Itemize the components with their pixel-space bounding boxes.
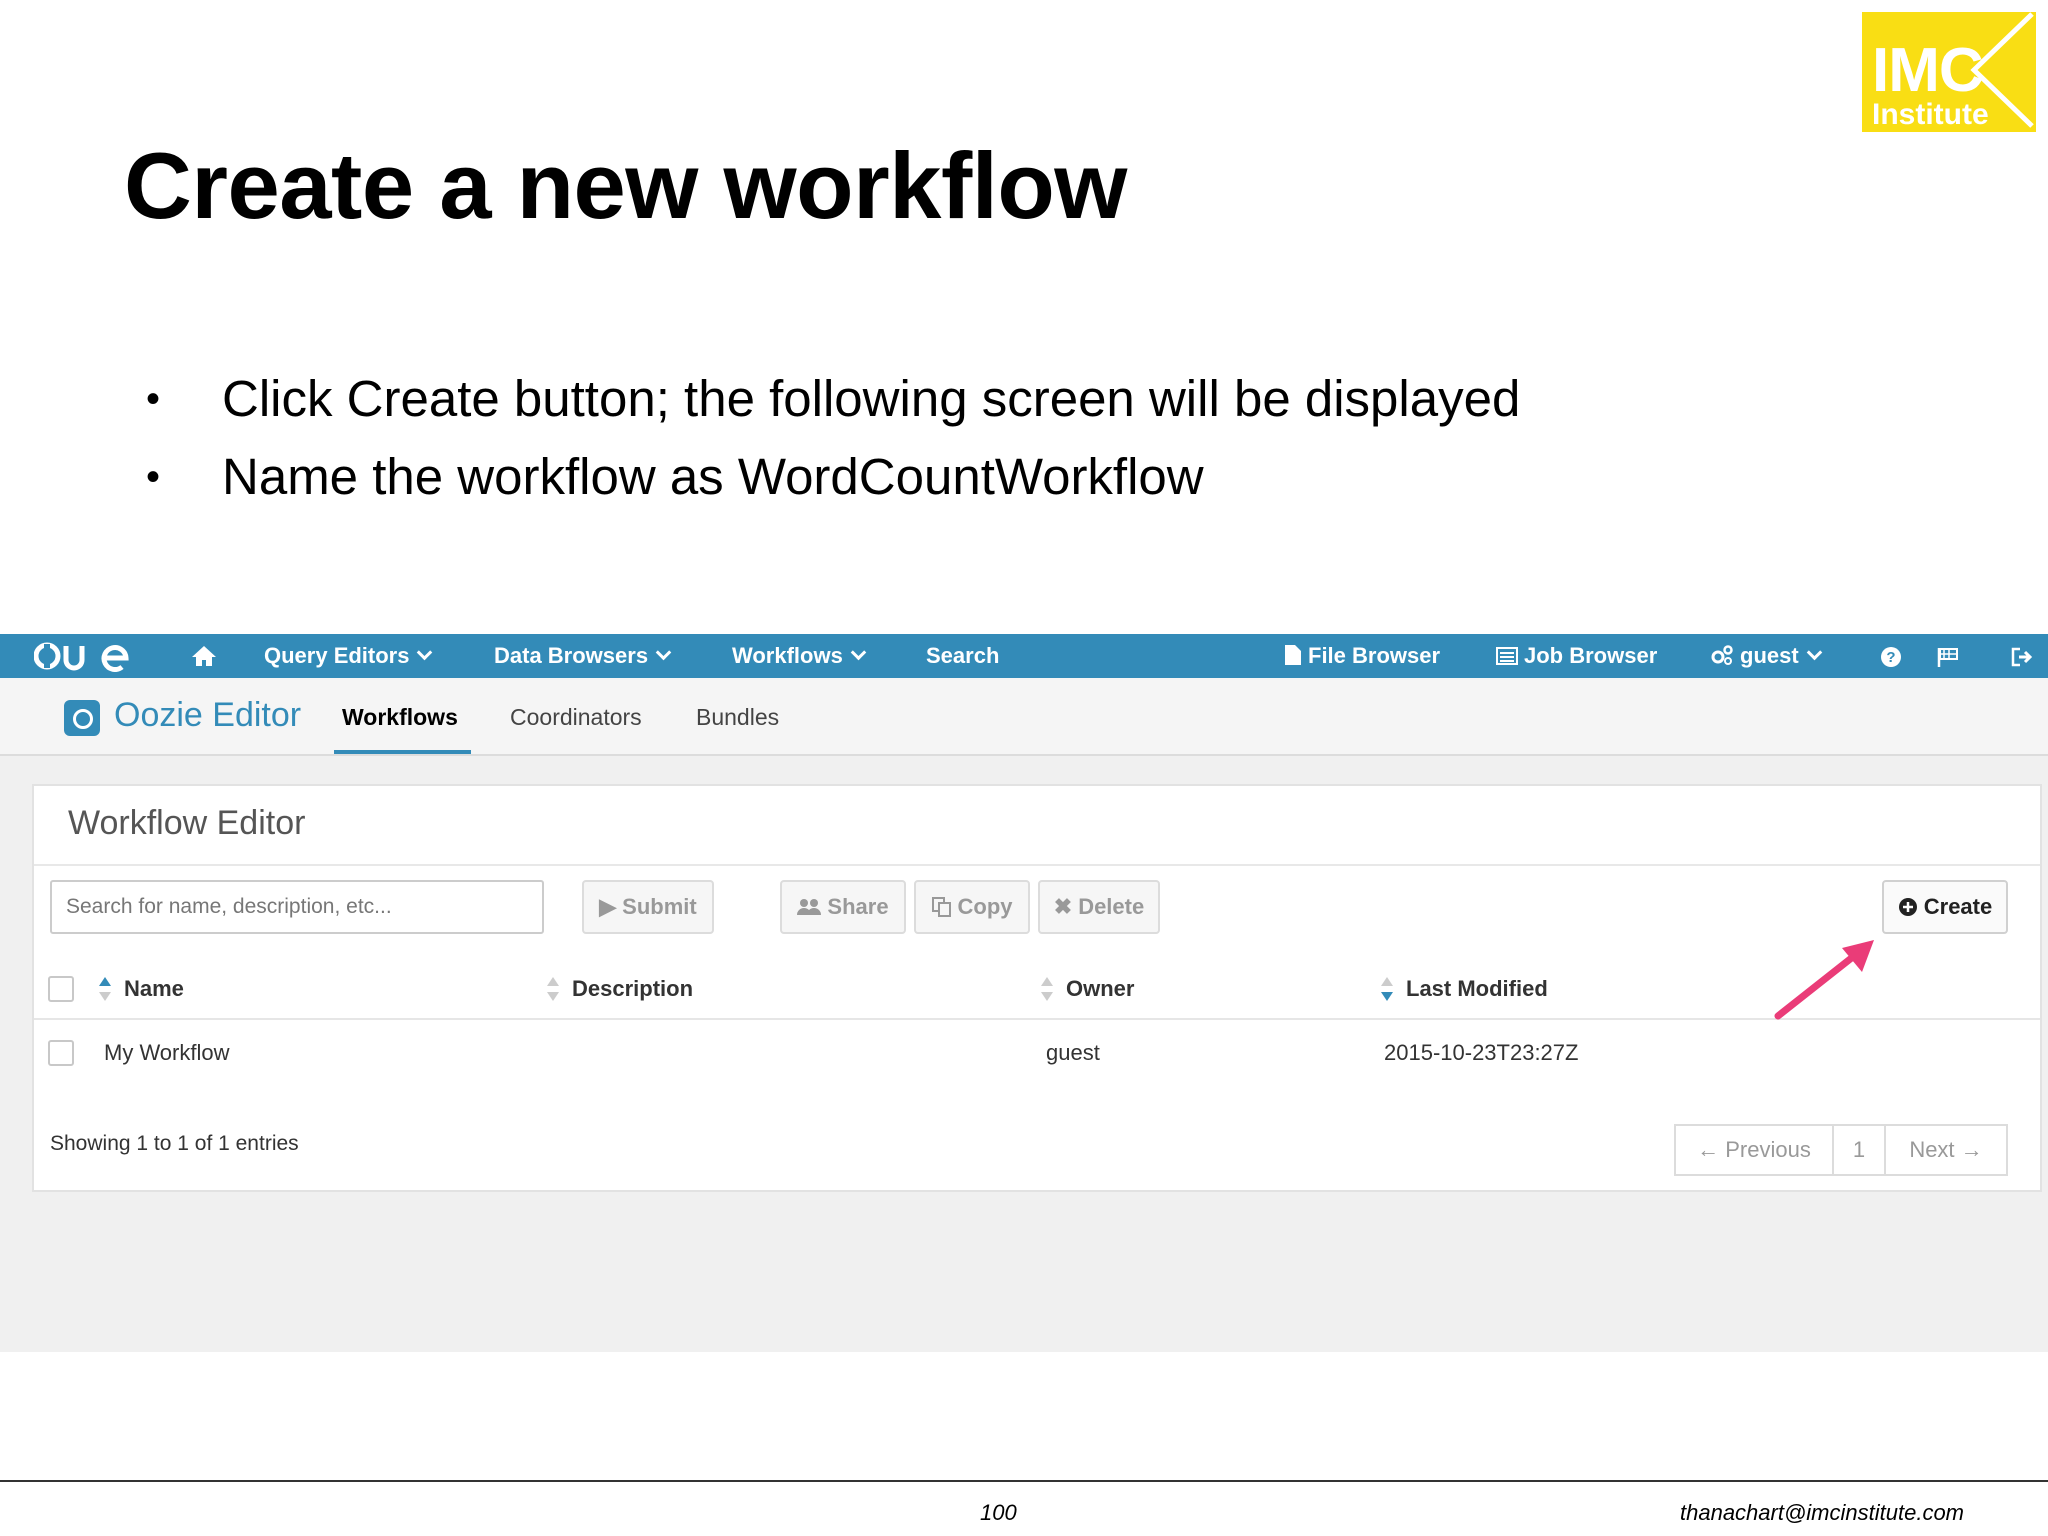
create-label: Create [1923, 894, 1993, 919]
pagination-previous[interactable]: ← Previous [1674, 1124, 1834, 1176]
app-subnav: Oozie Editor Workflows Coordinators Bund… [0, 678, 2048, 756]
entries-info: Showing 1 to 1 of 1 entries [50, 1132, 299, 1155]
cell-owner: guest [1046, 1040, 1100, 1065]
nav-data-browsers[interactable]: Data Browsers [494, 634, 672, 678]
column-header-name[interactable]: Name [124, 976, 184, 1002]
active-tab-indicator [334, 750, 471, 754]
tab-bundles[interactable]: Bundles [696, 704, 779, 731]
bullet-dot: • [146, 377, 161, 421]
logo-text-imc: IMC [1872, 36, 1984, 105]
workflow-editor-panel: Workflow Editor ▶Submit Share Copy ✖Dele… [32, 784, 2042, 1192]
column-header-owner[interactable]: Owner [1066, 976, 1134, 1002]
panel-title: Workflow Editor [68, 804, 306, 842]
nav-data-browsers-label: Data Browsers [494, 643, 649, 668]
oozie-icon [64, 700, 100, 736]
nav-job-browser-label: Job Browser [1524, 643, 1658, 668]
close-icon: ✖ [1053, 894, 1073, 919]
play-icon: ▶ [599, 894, 617, 919]
pagination-next[interactable]: Next → [1884, 1124, 2008, 1176]
sort-icon[interactable] [546, 976, 560, 1002]
page-number: 100 [980, 1500, 1017, 1525]
imc-logo: IMC Institute [1862, 12, 2036, 132]
sort-icon[interactable] [1040, 976, 1054, 1002]
hue-logo[interactable] [34, 640, 134, 672]
header-divider [34, 1018, 2040, 1020]
divider [34, 864, 2040, 866]
submit-label: Submit [622, 894, 697, 919]
nav-query-editors[interactable]: Query Editors [264, 634, 433, 678]
hue-screenshot: Query Editors Data Browsers Workflows Se… [0, 634, 2048, 1352]
nav-user-menu[interactable]: guest [1710, 634, 1822, 678]
nav-file-browser[interactable]: File Browser [1284, 634, 1440, 678]
tab-coordinators[interactable]: Coordinators [510, 704, 642, 731]
cell-last-modified: 2015-10-23T23:27Z [1384, 1040, 1579, 1065]
nav-workflows[interactable]: Workflows [732, 634, 867, 678]
nav-query-editors-label: Query Editors [264, 643, 410, 668]
plus-circle-icon [1898, 898, 1917, 916]
top-navbar: Query Editors Data Browsers Workflows Se… [0, 634, 2048, 678]
cell-name[interactable]: My Workflow [104, 1040, 230, 1066]
bullet-list: • Click Create button; the following scre… [146, 360, 1520, 516]
sort-asc-icon[interactable] [98, 976, 112, 1002]
delete-label: Delete [1078, 894, 1145, 919]
chevron-down-icon [850, 644, 867, 661]
pagination-page[interactable]: 1 [1832, 1124, 1886, 1176]
submit-button[interactable]: ▶ Submit [582, 880, 714, 934]
row-checkbox[interactable] [48, 1040, 74, 1066]
chevron-down-icon [655, 644, 672, 661]
cogs-icon [1711, 645, 1733, 665]
list-icon [1496, 647, 1518, 665]
footer-divider [0, 1480, 2048, 1482]
logo-text-institute: Institute [1872, 98, 1989, 131]
copy-icon [931, 897, 951, 917]
nav-user-label: guest [1740, 643, 1799, 668]
app-title[interactable]: Oozie Editor [114, 696, 301, 735]
bullet-text: Click Create button; the following scree… [222, 370, 1521, 427]
column-header-last-modified[interactable]: Last Modified [1406, 976, 1548, 1002]
home-icon[interactable] [190, 644, 218, 668]
bullet-item: • Name the workflow as WordCountWorkflow [146, 438, 1520, 516]
search-input[interactable] [50, 880, 544, 934]
bullet-item: • Click Create button; the following scre… [146, 360, 1520, 438]
share-label: Share [827, 894, 889, 919]
share-button[interactable]: Share [780, 880, 906, 934]
users-icon [797, 899, 822, 915]
sort-desc-icon[interactable] [1380, 976, 1394, 1002]
chevron-down-icon [417, 644, 433, 661]
tab-workflows[interactable]: Workflows [342, 704, 458, 731]
copy-label: Copy [957, 894, 1013, 919]
column-header-description[interactable]: Description [572, 976, 693, 1002]
bullet-dot: • [146, 455, 161, 499]
bullet-text: Name the workflow as WordCountWorkflow [222, 448, 1204, 505]
nav-search-label: Search [926, 643, 1000, 668]
help-icon[interactable]: ? [1880, 646, 1902, 668]
nav-search[interactable]: Search [926, 634, 999, 678]
flag-icon[interactable] [1936, 646, 1960, 668]
svg-text:?: ? [1886, 649, 1895, 666]
chevron-down-icon [1806, 644, 1822, 661]
nav-job-browser[interactable]: Job Browser [1496, 634, 1657, 678]
select-all-checkbox[interactable] [48, 976, 74, 1002]
logout-icon[interactable] [2010, 646, 2034, 668]
copy-button[interactable]: Copy [914, 880, 1030, 934]
footer-email: thanachart@imcinstitute.com [1680, 1500, 1965, 1525]
nav-file-browser-label: File Browser [1308, 643, 1441, 668]
delete-button[interactable]: ✖ Delete [1038, 880, 1160, 934]
nav-workflows-label: Workflows [732, 643, 843, 668]
create-button[interactable]: Create [1882, 880, 2008, 934]
pointer-arrow-icon [1774, 940, 1874, 1020]
slide-title: Create a new workflow [124, 133, 1127, 238]
file-icon [1285, 645, 1301, 665]
